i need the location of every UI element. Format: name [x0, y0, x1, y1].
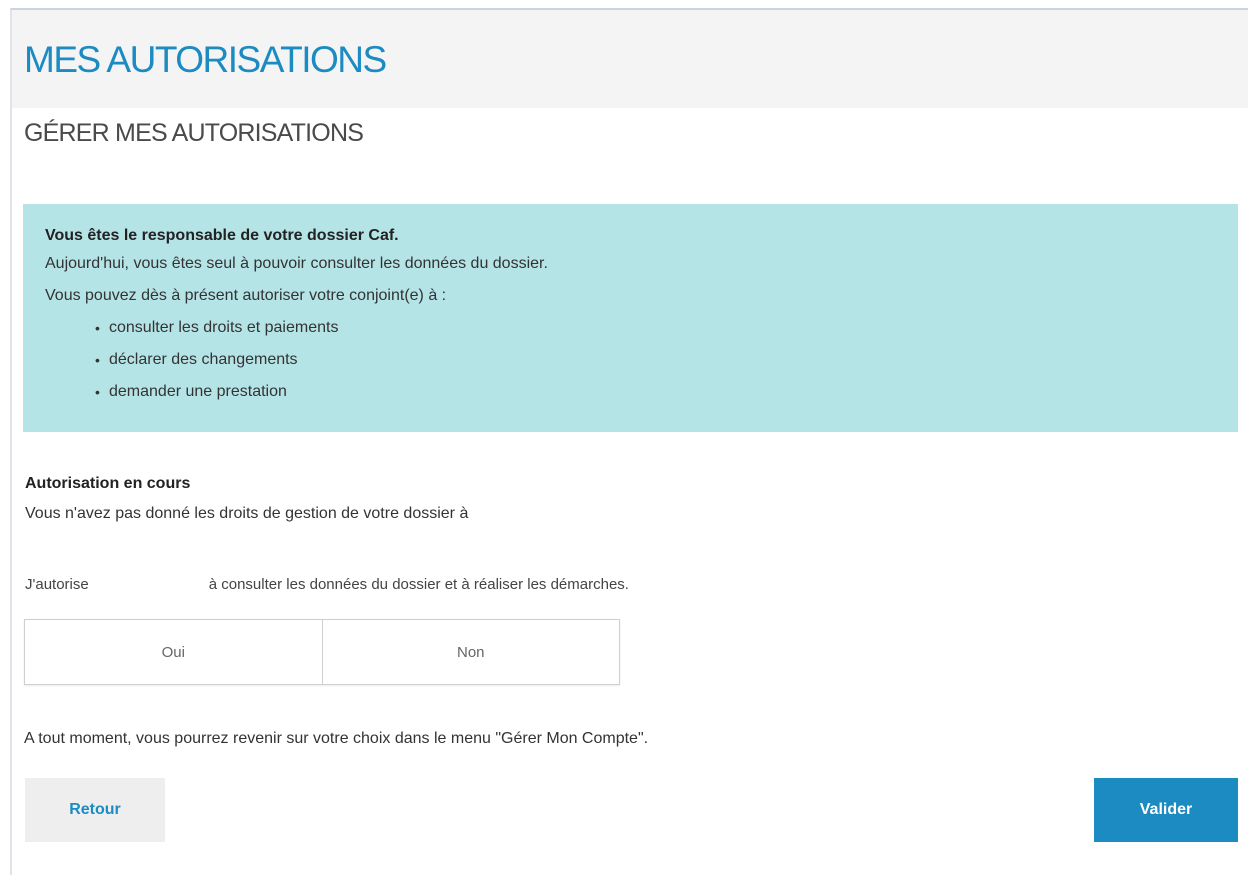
permission-list: consulter les droits et paiements déclar… [45, 316, 1216, 404]
yes-no-choice: Oui Non [24, 619, 620, 685]
list-item: demander une prestation [95, 380, 1216, 404]
list-item: déclarer des changements [95, 348, 1216, 372]
section-title: GÉRER MES AUTORISATIONS [24, 119, 364, 147]
info-box: Vous êtes le responsable de votre dossie… [23, 204, 1238, 432]
info-title: Vous êtes le responsable de votre dossie… [45, 227, 399, 244]
info-line-2: Vous pouvez dès à présent autoriser votr… [45, 287, 447, 304]
no-button[interactable]: Non [321, 620, 619, 684]
notice-text: A tout moment, vous pourrez revenir sur … [24, 730, 649, 747]
authorize-suffix: à consulter les données du dossier et à … [208, 576, 629, 593]
authorization-heading: Autorisation en cours [25, 475, 191, 492]
yes-button[interactable]: Oui [25, 620, 322, 684]
validate-button[interactable]: Valider [1094, 778, 1238, 842]
authorization-description: Vous n'avez pas donné les droits de gest… [25, 505, 469, 522]
back-button[interactable]: Retour [25, 778, 165, 842]
authorize-prefix: J'autorise [25, 576, 89, 593]
info-line-1: Aujourd'hui, vous êtes seul à pouvoir co… [45, 255, 548, 272]
page-title: MES AUTORISATIONS [24, 39, 387, 80]
list-item: consulter les droits et paiements [95, 316, 1216, 340]
authorize-statement: J'autorise à consulter les données du dos… [25, 574, 629, 596]
